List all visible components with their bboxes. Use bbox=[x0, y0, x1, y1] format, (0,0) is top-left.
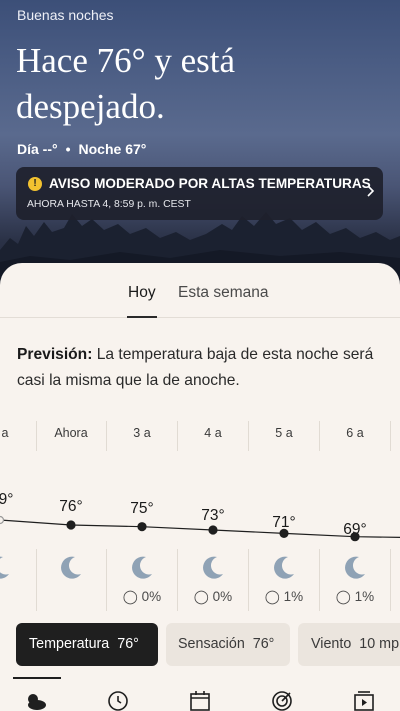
forecast-label: Previsión: bbox=[17, 346, 93, 363]
precip-chance: ◯ 1% bbox=[330, 589, 380, 605]
raindrop-icon: ◯ bbox=[193, 589, 209, 604]
alert-title: AVISO MODERADO POR ALTAS TEMPERATURAS bbox=[49, 176, 371, 191]
precip-chance: ◯ 0% bbox=[117, 589, 167, 605]
metric-label: Temperatura bbox=[29, 636, 110, 652]
temp-point bbox=[137, 522, 147, 532]
temp-point bbox=[208, 525, 218, 535]
precip-value: 0% bbox=[141, 589, 162, 604]
warning-icon: ! bbox=[28, 177, 42, 191]
tab-bar: Hoy Esta semana bbox=[0, 263, 400, 318]
radar-icon[interactable] bbox=[270, 689, 294, 711]
metric-value: 76° bbox=[117, 636, 139, 652]
video-icon[interactable] bbox=[352, 689, 376, 711]
metric-pill-sensacion[interactable]: Sensación 76° bbox=[166, 623, 290, 666]
forecast-sheet: Hoy Esta semana Previsión: La temperatur… bbox=[0, 263, 400, 711]
day-night-temps: Día --° • Noche 67° bbox=[17, 141, 146, 157]
temp-point bbox=[350, 532, 360, 542]
precip-value: 1% bbox=[283, 589, 304, 604]
metric-label: Viento bbox=[311, 636, 352, 652]
tab-selected-indicator bbox=[127, 316, 157, 318]
greeting-text: Buenas noches bbox=[17, 7, 114, 23]
raindrop-icon: ◯ bbox=[264, 589, 280, 604]
chevron-right-icon bbox=[367, 185, 375, 197]
moon-icon bbox=[61, 556, 81, 579]
separator-dot: • bbox=[65, 141, 71, 157]
bottom-navigation bbox=[0, 677, 400, 711]
weather-today-icon[interactable] bbox=[24, 689, 48, 711]
moon-icon bbox=[0, 556, 9, 579]
moon-icon bbox=[203, 556, 223, 579]
precip-value: 0% bbox=[212, 589, 233, 604]
precip-chance: ◯ 1% bbox=[259, 589, 309, 605]
weather-alert-card[interactable]: ! AVISO MODERADO POR ALTAS TEMPERATURAS … bbox=[16, 167, 383, 220]
metric-value: 76° bbox=[252, 636, 275, 652]
metric-label: Sensación bbox=[178, 636, 245, 652]
temperature-trend-line bbox=[0, 515, 400, 542]
hero-section: Buenas noches Hace 76° y está despejado.… bbox=[0, 0, 400, 300]
alert-subtitle: AHORA HASTA 4, 8:59 p. m. CEST bbox=[27, 199, 191, 210]
metric-pill-temperatura[interactable]: Temperatura 76° bbox=[16, 623, 158, 666]
nav-selected-indicator bbox=[13, 677, 61, 679]
clock-icon[interactable] bbox=[106, 689, 130, 711]
temp-point bbox=[279, 528, 289, 538]
forecast-summary: Previsión: La temperatura baja de esta n… bbox=[17, 342, 387, 394]
metric-pill-viento[interactable]: Viento 10 mp bbox=[298, 623, 400, 666]
precip-value: 1% bbox=[354, 589, 375, 604]
night-temp: Noche 67° bbox=[78, 141, 147, 157]
day-temp: Día --° bbox=[17, 141, 58, 157]
calendar-icon[interactable] bbox=[188, 689, 212, 711]
temp-point bbox=[66, 520, 76, 530]
tab-esta-semana[interactable]: Esta semana bbox=[178, 284, 268, 302]
tab-hoy[interactable]: Hoy bbox=[128, 284, 156, 302]
moon-icon bbox=[274, 556, 294, 579]
raindrop-icon: ◯ bbox=[335, 589, 351, 604]
moon-icon bbox=[345, 556, 365, 579]
raindrop-icon: ◯ bbox=[122, 589, 138, 604]
current-conditions-headline: Hace 76° y está despejado. bbox=[16, 41, 236, 126]
trend-line bbox=[0, 519, 400, 538]
hourly-forecast[interactable]: a Ahora 3 a 4 a 5 a 6 a 9° 76° 75° 73° 7… bbox=[0, 421, 400, 611]
temp-point bbox=[0, 515, 5, 525]
precip-chance: ◯ 0% bbox=[188, 589, 238, 605]
moon-icon bbox=[132, 556, 152, 579]
metric-value: 10 mp bbox=[359, 636, 400, 652]
